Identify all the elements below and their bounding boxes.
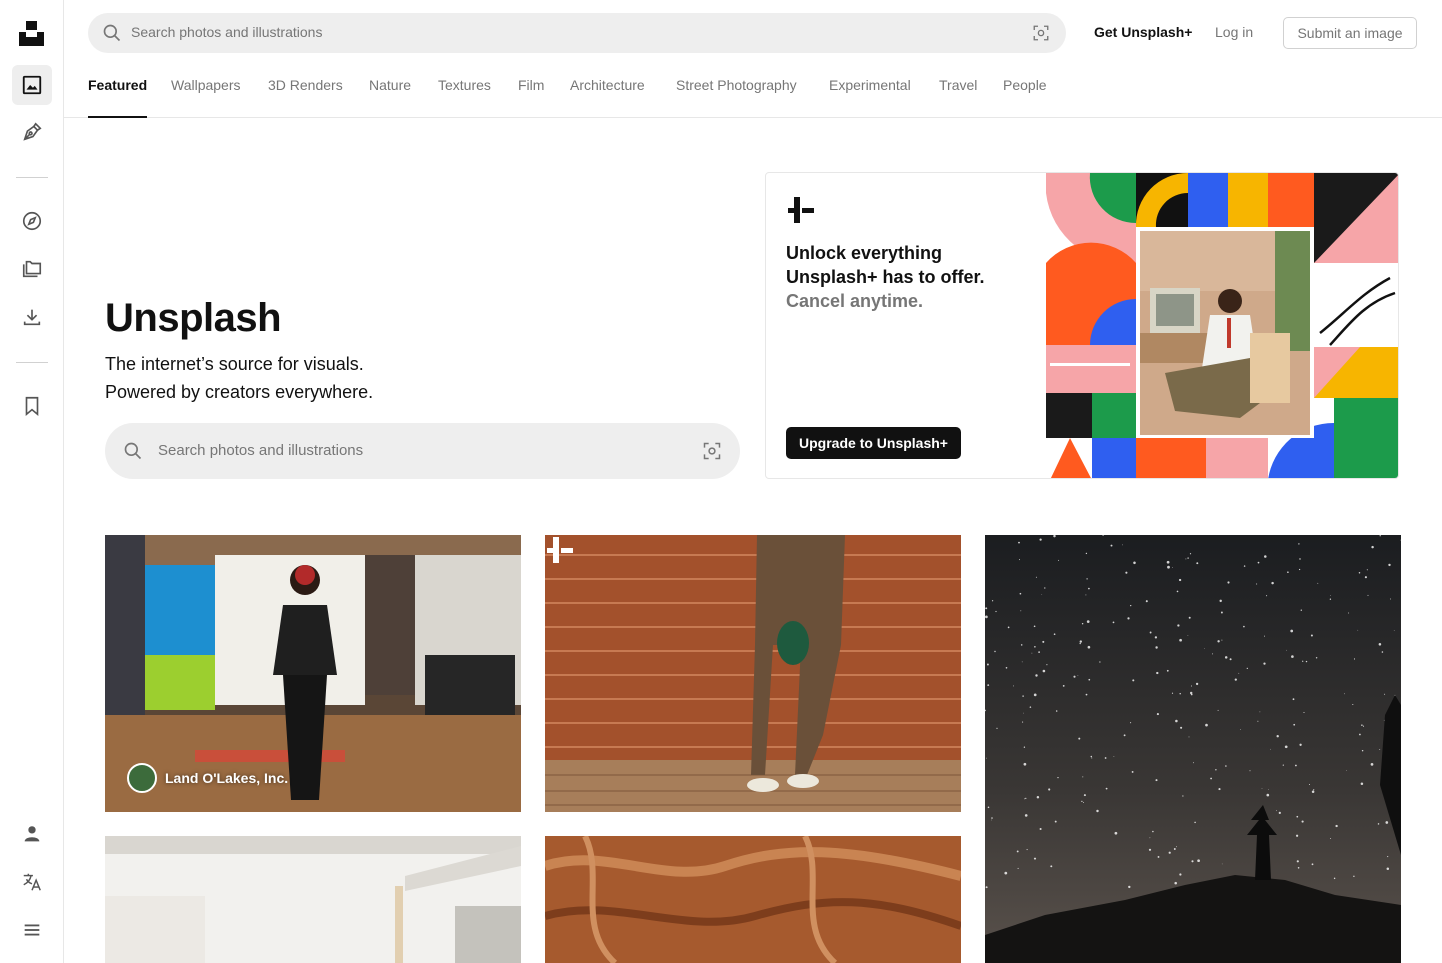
photo-night-sky-image bbox=[985, 535, 1401, 963]
search-bar[interactable]: Search photos and illustrations bbox=[88, 13, 1066, 53]
top-bar: Search photos and illustrations Get Unsp… bbox=[64, 0, 1442, 66]
search-icon[interactable] bbox=[102, 23, 122, 43]
sidebar-item-account[interactable] bbox=[12, 814, 52, 854]
explore-icon bbox=[22, 211, 42, 231]
menu-icon bbox=[24, 924, 40, 936]
photo-card[interactable] bbox=[545, 535, 961, 812]
avatar bbox=[127, 763, 157, 793]
photo-interior-image bbox=[105, 836, 521, 963]
sidebar-item-language[interactable] bbox=[12, 862, 52, 902]
photo-card[interactable] bbox=[105, 836, 521, 963]
tab-film[interactable]: Film bbox=[518, 77, 544, 118]
get-unsplash-plus-link[interactable]: Get Unsplash+ bbox=[1094, 24, 1192, 40]
search-icon[interactable] bbox=[123, 441, 143, 461]
illustrations-icon bbox=[23, 122, 42, 141]
hero-search-input[interactable]: Search photos and illustrations bbox=[158, 442, 363, 459]
download-icon bbox=[23, 309, 41, 326]
photographer-name: Land O'Lakes, Inc. bbox=[165, 770, 289, 786]
search-input[interactable]: Search photos and illustrations bbox=[131, 24, 322, 40]
sidebar-divider bbox=[16, 362, 48, 363]
user-icon bbox=[24, 826, 40, 842]
photo-card[interactable]: Land O'Lakes, Inc. bbox=[105, 535, 521, 812]
promo-headline: Unsplash+ has to offer. bbox=[786, 267, 985, 287]
photo-credit[interactable]: Land O'Lakes, Inc. bbox=[127, 763, 288, 793]
page-title: Unsplash bbox=[105, 296, 282, 340]
tab-street-photography[interactable]: Street Photography bbox=[676, 77, 797, 118]
bookmark-icon bbox=[25, 396, 39, 417]
collections-icon bbox=[22, 260, 42, 278]
photo-card[interactable] bbox=[545, 836, 961, 963]
tab-featured[interactable]: Featured bbox=[88, 77, 148, 118]
sidebar-divider bbox=[16, 177, 48, 178]
tab-nature[interactable]: Nature bbox=[369, 77, 411, 118]
tab-textures[interactable]: Textures bbox=[438, 77, 491, 118]
tab-3d-renders[interactable]: 3D Renders bbox=[268, 77, 343, 118]
sidebar-item-illustrations[interactable] bbox=[12, 112, 52, 152]
tab-travel[interactable]: Travel bbox=[939, 77, 977, 118]
tab-architecture[interactable]: Architecture bbox=[570, 77, 645, 118]
hero-search-bar[interactable]: Search photos and illustrations bbox=[105, 423, 740, 479]
photo-card[interactable] bbox=[985, 535, 1401, 963]
sidebar-item-explore[interactable] bbox=[12, 201, 52, 241]
promo-tagline: Cancel anytime. bbox=[786, 291, 924, 311]
visual-search-icon[interactable] bbox=[702, 441, 722, 461]
tab-experimental[interactable]: Experimental bbox=[829, 77, 911, 118]
sidebar-item-photos[interactable] bbox=[12, 65, 52, 105]
sidebar-item-menu[interactable] bbox=[12, 910, 52, 950]
topic-tabs: Featured Wallpapers 3D Renders Nature Te… bbox=[64, 66, 1442, 118]
sidebar-item-collections[interactable] bbox=[12, 249, 52, 289]
promo-headline: Unlock everything bbox=[786, 243, 943, 263]
login-link[interactable]: Log in bbox=[1215, 24, 1253, 40]
photo-brick-wall-image bbox=[545, 535, 961, 812]
unsplash-plus-icon bbox=[547, 537, 573, 563]
sidebar-item-bookmarks[interactable] bbox=[12, 386, 52, 426]
visual-search-icon[interactable] bbox=[1032, 24, 1050, 42]
upgrade-button[interactable]: Upgrade to Unsplash+ bbox=[786, 427, 961, 459]
hero-subtitle: Powered by creators everywhere. bbox=[105, 382, 374, 402]
unsplash-plus-promo[interactable]: Unlock everything Unsplash+ has to offer… bbox=[765, 172, 1399, 479]
unsplash-logo-icon[interactable] bbox=[19, 21, 44, 46]
photo-sand-image bbox=[545, 836, 961, 963]
photos-icon bbox=[22, 75, 42, 95]
sidebar-item-downloads[interactable] bbox=[12, 297, 52, 337]
translate-icon bbox=[23, 873, 41, 891]
submit-image-button[interactable]: Submit an image bbox=[1283, 17, 1417, 49]
promo-collage-image bbox=[1046, 173, 1398, 478]
tab-wallpapers[interactable]: Wallpapers bbox=[171, 77, 241, 118]
hero-subtitle: The internet’s source for visuals. bbox=[105, 354, 364, 374]
sidebar bbox=[0, 0, 64, 963]
unsplash-plus-icon bbox=[788, 197, 814, 223]
tab-people[interactable]: People bbox=[1003, 77, 1047, 118]
